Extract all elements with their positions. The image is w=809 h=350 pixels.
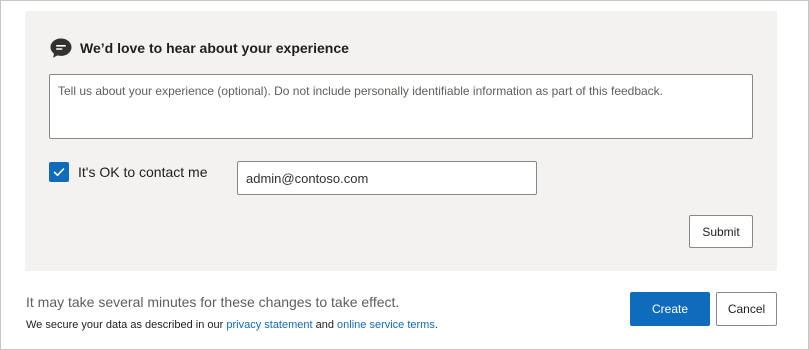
submit-button[interactable]: Submit — [689, 215, 753, 248]
email-input[interactable] — [237, 161, 537, 195]
create-button[interactable]: Create — [630, 292, 710, 326]
dialog-frame: We’d love to hear about your experience … — [0, 0, 809, 350]
privacy-prefix: We secure your data as described in our — [26, 319, 227, 331]
contact-label: It's OK to contact me — [78, 164, 208, 180]
privacy-notice: We secure your data as described in our … — [26, 319, 438, 331]
feedback-panel: We’d love to hear about your experience … — [25, 11, 777, 271]
privacy-middle: and — [312, 319, 338, 331]
contact-checkbox[interactable] — [49, 162, 69, 182]
checkmark-icon — [53, 168, 65, 177]
privacy-suffix: . — [434, 319, 438, 331]
feedback-textarea[interactable] — [49, 74, 753, 139]
cancel-button[interactable]: Cancel — [716, 292, 777, 326]
contact-row: It's OK to contact me — [49, 162, 208, 182]
privacy-statement-link[interactable]: privacy statement — [226, 319, 312, 331]
effect-notice: It may take several minutes for these ch… — [26, 294, 400, 310]
chat-bubble-icon — [49, 36, 73, 60]
feedback-header: We’d love to hear about your experience — [49, 36, 349, 60]
feedback-title: We’d love to hear about your experience — [80, 40, 349, 56]
online-service-terms-link[interactable]: online service terms — [337, 319, 435, 331]
